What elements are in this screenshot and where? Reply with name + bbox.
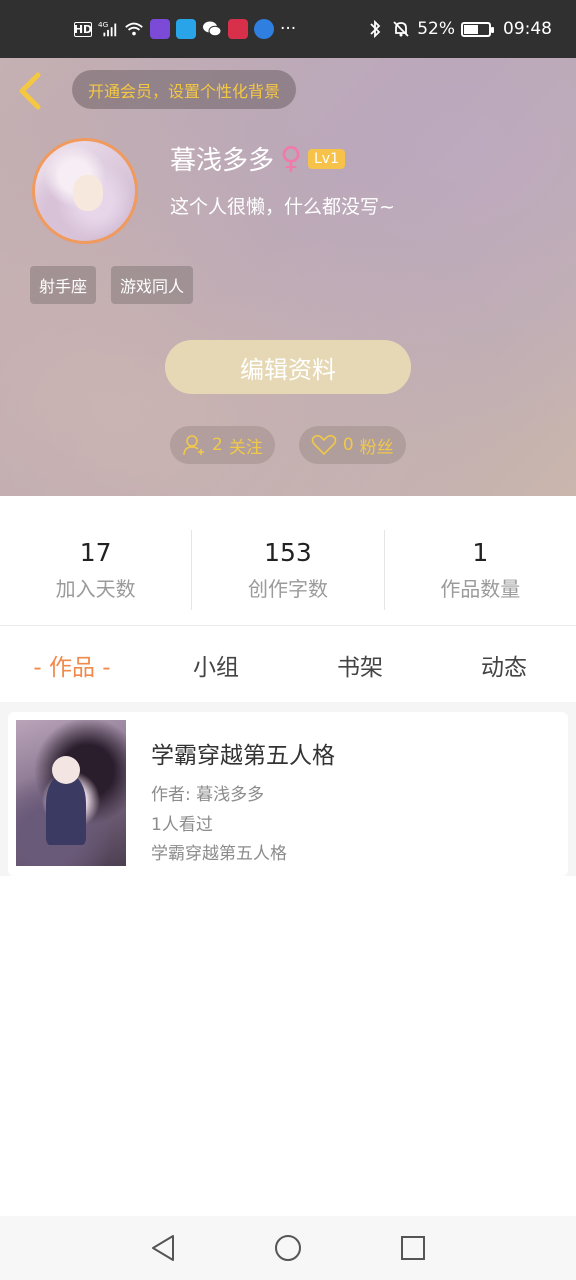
triangle-back-icon xyxy=(151,1235,174,1261)
clock: 09:48 xyxy=(503,19,552,39)
work-summary: 学霸穿越第五人格 xyxy=(151,844,287,864)
work-views: 1人看过 xyxy=(151,815,213,835)
system-nav-bar xyxy=(0,1216,576,1280)
circle-home-icon xyxy=(274,1235,301,1261)
work-title: 学霸穿越第五人格 xyxy=(151,743,335,769)
stat-works-count: 1 作品数量 xyxy=(383,530,576,610)
svg-text:4G: 4G xyxy=(98,20,109,29)
bio-text: 这个人很懒，什么都没写~ xyxy=(170,196,395,218)
followers-count: 0 xyxy=(342,435,354,455)
tab-activity[interactable]: 动态 xyxy=(432,628,576,702)
female-gender-icon: ♀ xyxy=(280,140,302,176)
battery-percent: 52% xyxy=(417,19,455,39)
profile-header: 开通会员，设置个性化背景 暮浅多多 ♀ Lv1 这个人很懒，什么都没写~ 射手座… xyxy=(0,58,576,496)
nav-home-button[interactable] xyxy=(268,1228,308,1268)
avatar[interactable] xyxy=(32,138,138,244)
app-notification-icon xyxy=(228,19,248,39)
back-button[interactable] xyxy=(14,70,46,112)
works-list: 学霸穿越第五人格 作者: 暮浅多多 1人看过 学霸穿越第五人格 xyxy=(0,702,576,876)
work-cover-image xyxy=(16,720,126,866)
level-badge: Lv1 xyxy=(308,148,345,169)
nav-back-button[interactable] xyxy=(143,1228,183,1268)
following-label: 关注 xyxy=(228,437,263,458)
following-button[interactable]: 2 关注 xyxy=(170,426,275,464)
app-notification-icon xyxy=(254,19,274,39)
mute-bell-icon xyxy=(391,19,411,39)
app-notification-icon xyxy=(176,19,196,39)
status-bar-right: 52% 09:48 xyxy=(365,19,552,39)
status-bar-left: HD 4G ··· xyxy=(74,19,296,39)
vip-banner-button[interactable]: 开通会员，设置个性化背景 xyxy=(72,70,297,109)
hd-icon: HD xyxy=(73,21,93,37)
work-author: 作者: 暮浅多多 xyxy=(151,785,265,805)
stat-label: 作品数量 xyxy=(440,577,521,601)
divider xyxy=(0,625,576,626)
profile-page: HD 4G ··· 52% 09:48 开通会员，设置个性化背景 暮浅多多 ♀ … xyxy=(0,0,576,1280)
tab-bookshelf[interactable]: 书架 xyxy=(288,628,432,702)
app-notification-icon xyxy=(150,19,170,39)
bluetooth-icon xyxy=(365,19,385,39)
tab-groups[interactable]: 小组 xyxy=(144,628,288,702)
battery-level xyxy=(464,24,478,34)
nav-recents-button[interactable] xyxy=(393,1228,433,1268)
square-recents-icon xyxy=(401,1236,426,1260)
stat-value: 153 xyxy=(264,538,312,567)
username-row: 暮浅多多 ♀ Lv1 xyxy=(170,140,345,177)
profile-tags: 射手座 游戏同人 xyxy=(30,266,194,304)
stat-value: 1 xyxy=(472,538,489,567)
battery-icon xyxy=(461,21,494,37)
tab-works[interactable]: - 作品 - xyxy=(0,628,144,702)
cover-figure xyxy=(46,775,86,845)
followers-label: 粉丝 xyxy=(359,437,394,458)
stat-label: 加入天数 xyxy=(55,577,136,601)
signal-icon: 4G xyxy=(98,19,118,39)
username: 暮浅多多 xyxy=(170,146,275,176)
edit-profile-button[interactable]: 编辑资料 xyxy=(165,340,411,394)
profile-tabs: - 作品 - 小组 书架 动态 xyxy=(0,628,576,702)
stat-word-count: 153 创作字数 xyxy=(191,530,383,610)
followers-button[interactable]: 0 粉丝 xyxy=(298,426,406,464)
stats-row: 17 加入天数 153 创作字数 1 作品数量 xyxy=(0,530,576,610)
wechat-icon xyxy=(202,19,222,39)
stat-value: 17 xyxy=(79,538,112,567)
tag-item: 射手座 xyxy=(30,266,97,304)
cover-head xyxy=(52,756,80,784)
avatar-image xyxy=(73,175,103,211)
chevron-left-icon xyxy=(19,72,41,110)
stat-label: 创作字数 xyxy=(247,577,328,601)
follow-row: 2 关注 0 粉丝 xyxy=(170,426,406,464)
following-count: 2 xyxy=(212,435,223,455)
wifi-icon xyxy=(124,19,144,39)
more-notifications-icon: ··· xyxy=(280,19,297,39)
heart-icon xyxy=(311,434,337,456)
user-add-icon xyxy=(183,435,204,456)
status-bar: HD 4G ··· 52% 09:48 xyxy=(0,0,576,58)
work-card[interactable]: 学霸穿越第五人格 作者: 暮浅多多 1人看过 学霸穿越第五人格 xyxy=(8,712,568,876)
tag-item: 游戏同人 xyxy=(111,266,194,304)
stat-join-days: 17 加入天数 xyxy=(0,530,191,610)
